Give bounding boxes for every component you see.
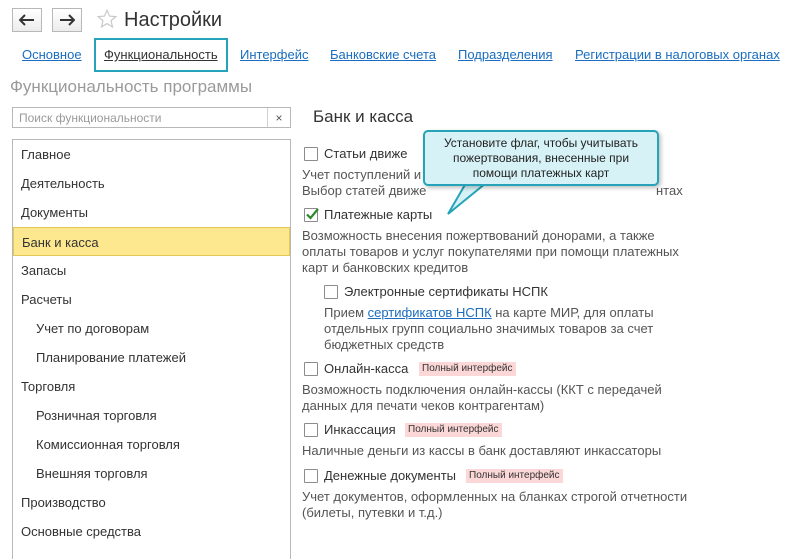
nspk-desc-prefix: Прием [324, 305, 368, 320]
checkmark-icon [306, 208, 319, 220]
nav-item-documents[interactable]: Документы [13, 198, 290, 227]
cash-flow-desc-tail: нтах [656, 183, 683, 198]
online-cash-label[interactable]: Онлайн-касса [324, 361, 408, 377]
full-interface-badge: Полный интерфейс [405, 423, 502, 437]
nspk-checkbox[interactable] [324, 285, 338, 299]
payment-cards-checkbox[interactable] [304, 208, 319, 222]
functionality-nav-list: Главное Деятельность Документы Банк и ка… [12, 139, 291, 559]
nav-item-retail[interactable]: Розничная торговля [13, 401, 290, 430]
callout-line-3: помощи платежных карт [472, 166, 610, 180]
hint-callout: Установите флаг, чтобы учитывать пожертв… [423, 130, 659, 186]
nav-item-commission-trade[interactable]: Комиссионная торговля [13, 430, 290, 459]
callout-pointer [447, 182, 489, 215]
online-cash-checkbox[interactable] [304, 362, 318, 376]
money-docs-checkbox[interactable] [304, 469, 318, 483]
back-button[interactable] [12, 8, 42, 32]
nspk-label[interactable]: Электронные сертификаты НСПК [344, 284, 548, 300]
cash-flow-checkbox[interactable] [304, 147, 318, 161]
collection-label[interactable]: Инкассация [324, 422, 396, 438]
tab-departments[interactable]: Подразделения [458, 38, 553, 72]
nav-item-bank-and-cash[interactable]: Банк и касса [13, 227, 290, 256]
payment-cards-desc: Возможность внесения пожертвований донор… [302, 228, 679, 275]
nav-item-trade[interactable]: Торговля [13, 372, 290, 401]
collection-checkbox[interactable] [304, 423, 318, 437]
star-icon[interactable] [96, 8, 118, 30]
nspk-desc: Прием сертификатов НСПК на карте МИР, дл… [324, 305, 690, 353]
money-docs-desc: Учет документов, оформленных на бланках … [302, 489, 688, 520]
panel-title: Банк и касса [313, 107, 414, 126]
cash-flow-desc-line2: Выбор статей движе [302, 183, 427, 198]
nav-item-foreign-trade[interactable]: Внешняя торговля [13, 459, 290, 488]
forward-button[interactable] [52, 8, 82, 32]
nav-item-main[interactable]: Главное [13, 140, 290, 169]
arrow-left-icon [19, 14, 34, 26]
section-title: Функциональность программы [10, 77, 253, 96]
full-interface-badge: Полный интерфейс [466, 469, 563, 483]
nav-item-production[interactable]: Производство [13, 488, 290, 517]
nav-item-fixed-assets[interactable]: Основные средства [13, 517, 290, 546]
nav-item-stocks[interactable]: Запасы [13, 256, 290, 285]
payment-cards-label[interactable]: Платежные карты [324, 207, 432, 223]
cash-flow-label[interactable]: Статьи движе [324, 146, 407, 162]
clear-icon[interactable]: × [267, 108, 290, 127]
window-title: Настройки [124, 9, 223, 31]
money-docs-label[interactable]: Денежные документы [324, 468, 456, 484]
tab-functionality[interactable]: Функциональность [94, 38, 228, 72]
callout-line-2: пожертвования, внесенные при [452, 151, 630, 165]
tab-main[interactable]: Основное [22, 38, 82, 72]
search-box: × [12, 107, 291, 128]
tab-interface[interactable]: Интерфейс [240, 38, 308, 72]
tab-tax-registrations[interactable]: Регистрации в налоговых органах [575, 38, 780, 72]
arrow-right-icon [60, 14, 75, 26]
full-interface-badge: Полный интерфейс [419, 362, 516, 376]
cash-flow-desc-line1: Учет поступлений и [302, 167, 422, 182]
nav-item-activity[interactable]: Деятельность [13, 169, 290, 198]
tab-bank-accounts[interactable]: Банковские счета [330, 38, 436, 72]
nav-item-settlements[interactable]: Расчеты [13, 285, 290, 314]
nspk-certificates-link[interactable]: сертификатов НСПК [368, 305, 492, 320]
callout-line-1: Установите флаг, чтобы учитывать [443, 136, 639, 150]
nav-item-contract-accounting[interactable]: Учет по договорам [13, 314, 290, 343]
collection-desc: Наличные деньги из кассы в банк доставля… [302, 443, 662, 458]
nav-item-payment-planning[interactable]: Планирование платежей [13, 343, 290, 372]
search-input[interactable] [13, 108, 268, 127]
online-cash-desc: Возможность подключения онлайн-кассы (КК… [302, 382, 662, 413]
